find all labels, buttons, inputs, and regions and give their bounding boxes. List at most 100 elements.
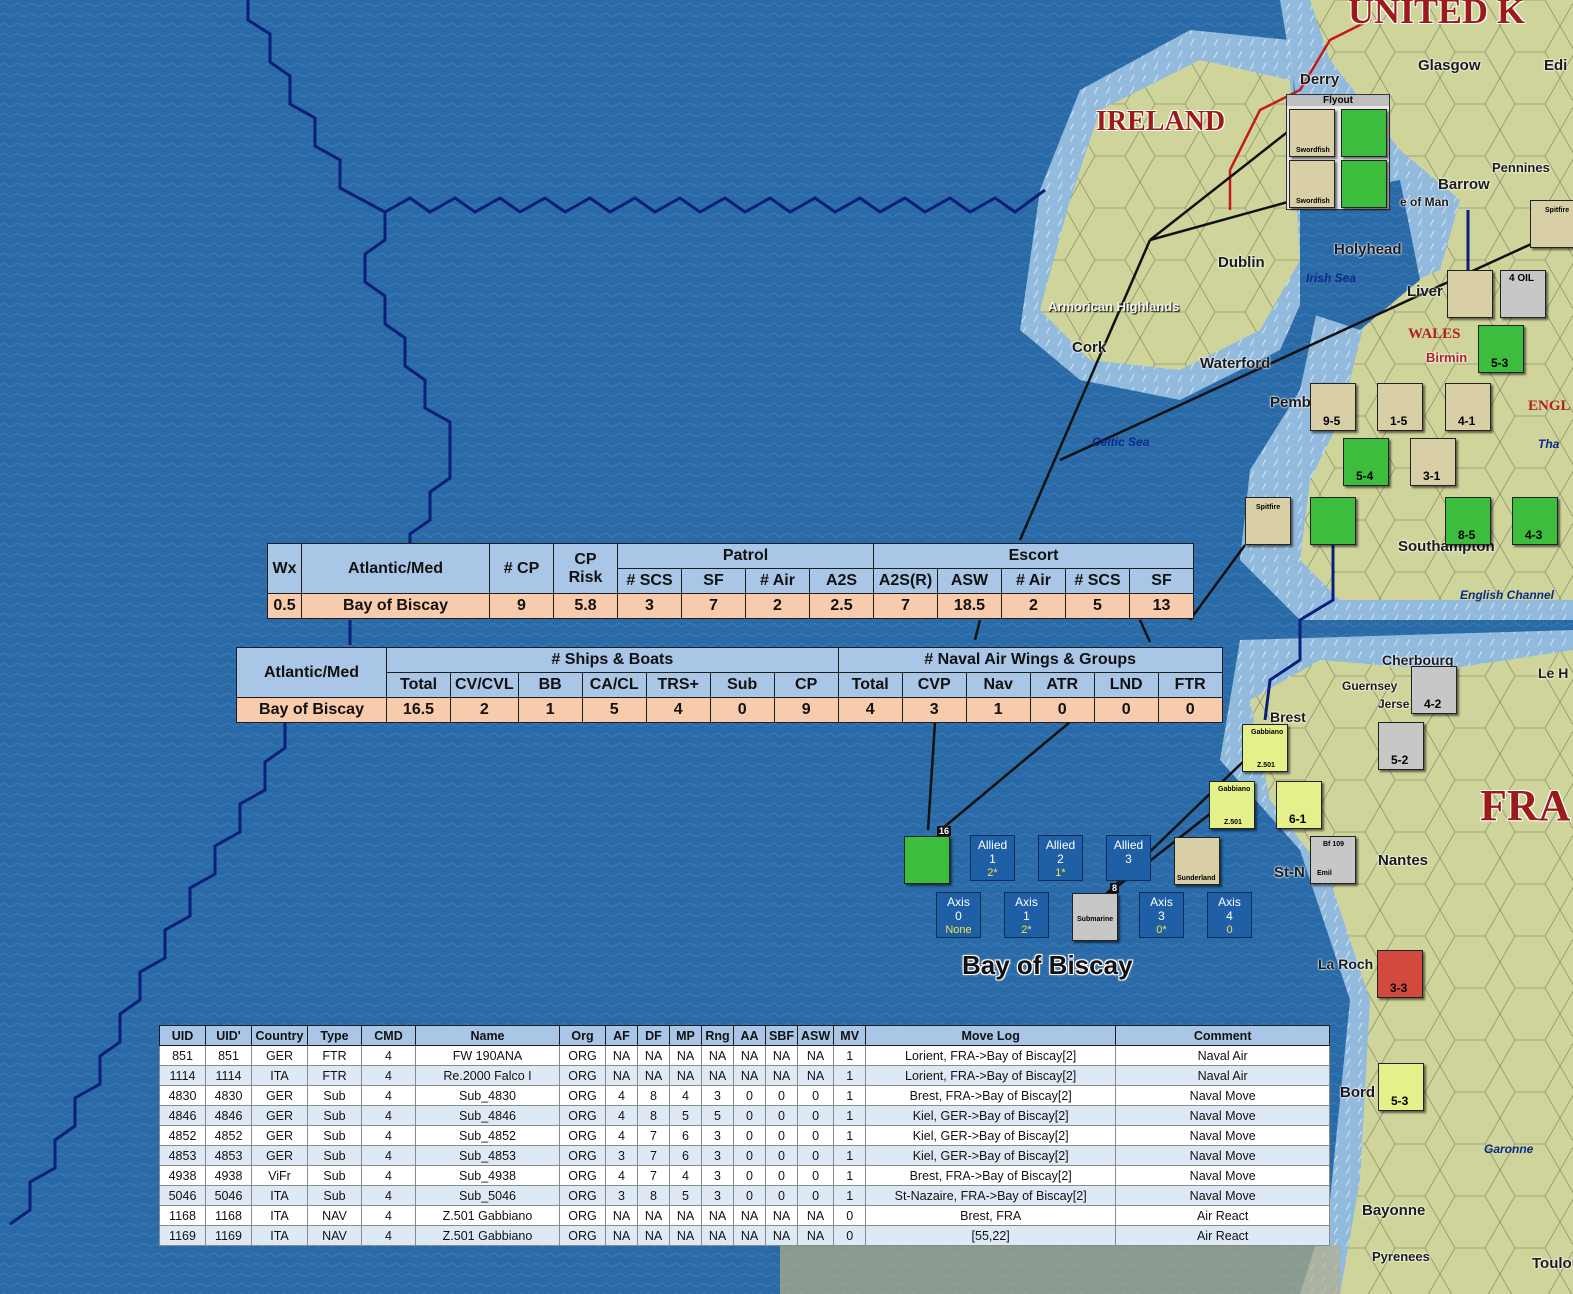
spitfire-counter[interactable]: Spitfire [1245,497,1291,545]
spitfire-counter-top[interactable]: Spitfire [1530,200,1573,248]
table-row[interactable]: 1169 1169 ITA NAV 4 Z.501 Gabbiano ORG NA NA NA NA… [159,1225,1331,1246]
log-header-cell[interactable]: AF [605,1025,638,1046]
table-cell: NA [796,1045,835,1066]
table-cell: 8 [637,1085,670,1106]
bf109-counter[interactable]: Bf 109 Emil [1310,836,1356,884]
unit-counter-4-1[interactable]: 4-1 [1445,383,1491,431]
ships-air-table: Atlantic/Med # Ships & Boats # Naval Air… [236,647,1223,723]
city-liverpool: Liver [1407,283,1443,300]
unit-value: 5-3 [1391,1094,1409,1108]
log-header-cell[interactable]: Rng [701,1025,734,1046]
log-header-cell[interactable]: Comment [1115,1025,1331,1046]
box-title: Allied [977,838,1008,852]
table-cell: ORG [559,1065,606,1086]
axis-search-box-0[interactable]: Axis 0 None [936,892,981,938]
unit-counter-5-2[interactable]: 5-2 [1378,722,1424,770]
flyout-panel[interactable]: Flyout Swordfish Swordfish [1286,94,1390,210]
table-cell: 4 [605,1125,638,1146]
table-cell: NA [765,1225,798,1246]
gabbiano-counter-2[interactable]: Gabbiano Z.501 [1209,781,1255,829]
table-cell: 4 [361,1125,416,1146]
table-cell: NAV [307,1225,362,1246]
hdr-patrol-scs: # SCS [617,568,682,594]
stack-count-16: 16 [936,826,951,836]
unit-counter-9-5[interactable]: 9-5 [1310,383,1356,431]
allied-air-stack-counter[interactable]: 16 [904,826,951,884]
unit-counter-5-4[interactable]: 5-4 [1343,438,1389,486]
table-cell: 4853 [205,1145,252,1166]
table-cell: 4852 [159,1125,206,1146]
unit-counter-8-5[interactable]: 8-5 [1445,497,1491,545]
table-row[interactable]: 4830 4830 GER Sub 4 Sub_4830 ORG 4 8 4 3 0 0 0 1 Brest,… [159,1085,1331,1106]
hdr-cp-risk: CP Risk [553,543,618,594]
sunderland-label: Sunderland [1177,875,1216,882]
box-value: None [945,924,972,936]
box-value: 0 [1226,924,1233,936]
swordfish-counter[interactable]: Swordfish [1289,109,1335,157]
axis-search-box-1[interactable]: Axis 1 2* [1004,892,1049,938]
unit-counter-4-3[interactable]: 4-3 [1512,497,1558,545]
table-cell: NA [796,1225,835,1246]
log-header-cell[interactable]: MP [669,1025,702,1046]
air-counter-green-2[interactable] [1341,160,1387,208]
air-unit-counter-wales[interactable] [1447,270,1493,318]
unit-value: 3-3 [1390,981,1408,995]
unit-counter-1-5[interactable]: 1-5 [1377,383,1423,431]
table-row[interactable]: 1168 1168 ITA NAV 4 Z.501 Gabbiano ORG NA NA NA NA… [159,1205,1331,1226]
oil-counter[interactable]: 4 OIL [1500,270,1546,318]
table-row[interactable]: 1114 1114 ITA FTR 4 Re.2000 Falco I ORG NA NA NA N… [159,1065,1331,1086]
table-row[interactable]: 851 851 GER FTR 4 FW 190ANA ORG NA NA NA NA NA NA NA 1… [159,1045,1331,1066]
table-row[interactable]: 4938 4938 ViFr Sub 4 Sub_4938 ORG 4 7 4 3 0 0 0 1 Brest… [159,1165,1331,1186]
unit-counter-3-1[interactable]: 3-1 [1410,438,1456,486]
allied-search-box-3[interactable]: Allied 3 [1106,835,1151,881]
box-title: Axis [1218,895,1241,909]
log-header-cell[interactable]: Type [307,1025,362,1046]
submarine-counter[interactable]: 8 Submarine [1072,883,1119,941]
log-header-cell[interactable]: Country [251,1025,308,1046]
log-header-cell[interactable]: Move Log [865,1025,1117,1046]
air-counter-green-1[interactable] [1341,109,1387,157]
allied-search-box-1[interactable]: Allied 1 2* [970,835,1015,881]
unit-counter-6-1[interactable]: 6-1 [1276,781,1322,829]
air-counter-green-3[interactable] [1310,497,1356,545]
table-row[interactable]: 4853 4853 GER Sub 4 Sub_4853 ORG 3 7 6 3 0 0 0 1 Kiel, … [159,1145,1331,1166]
table-cell: 4938 [159,1165,206,1186]
log-header-cell[interactable]: SBF [765,1025,798,1046]
allied-search-box-2[interactable]: Allied 2 1* [1038,835,1083,881]
log-header-cell[interactable]: CMD [361,1025,416,1046]
table-cell: ORG [559,1045,606,1066]
hdr-bb: BB [517,672,583,698]
sea-thames: Tha [1538,437,1560,451]
unit-counter-4-2[interactable]: 4-2 [1411,666,1457,714]
log-header-cell[interactable]: MV [833,1025,867,1046]
log-header-cell[interactable]: UID [159,1025,206,1046]
table-cell: [55,22] [865,1225,1117,1246]
unit-value: 6-1 [1289,812,1307,826]
table-cell: Sub [307,1165,362,1186]
table-row[interactable]: 5046 5046 ITA Sub 4 Sub_5046 ORG 3 8 5 3 0 0 0 1 St-Naz… [159,1185,1331,1206]
log-header-cell[interactable]: UID' [205,1025,252,1046]
unit-counter-5-3-fr[interactable]: 5-3 [1378,1063,1424,1111]
log-header-cell[interactable]: AA [733,1025,766,1046]
swordfish-counter-2[interactable]: Swordfish [1289,160,1335,208]
table-cell: Sub_4830 [415,1085,560,1106]
table-cell: Sub_4852 [415,1125,560,1146]
axis-search-box-4[interactable]: Axis 4 0 [1207,892,1252,938]
table-cell: ORG [559,1125,606,1146]
table-cell: NA [765,1205,798,1226]
table-cell: 0 [765,1145,798,1166]
gabbiano-counter-1[interactable]: Gabbiano Z.501 [1242,724,1288,772]
log-header-cell[interactable]: Org [559,1025,606,1046]
hdr-ftr: FTR [1157,672,1223,698]
unit-counter-5-3-uk[interactable]: 5-3 [1478,325,1524,373]
log-header-cell[interactable]: ASW [796,1025,835,1046]
table-row[interactable]: 4846 4846 GER Sub 4 Sub_4846 ORG 4 8 5 5 0 0 0 1 Kiel, … [159,1105,1331,1126]
unit-counter-3-3[interactable]: 3-3 [1377,950,1423,998]
log-header-cell[interactable]: Name [415,1025,560,1046]
river-garonne: Garonne [1484,1142,1534,1156]
sunderland-counter[interactable]: Sunderland [1174,837,1220,885]
table-row[interactable]: 4852 4852 GER Sub 4 Sub_4852 ORG 4 7 6 3 0 0 0 1 Kiel, … [159,1125,1331,1146]
log-header-cell[interactable]: DF [637,1025,670,1046]
table-cell: Naval Move [1115,1105,1331,1126]
axis-search-box-3[interactable]: Axis 3 0* [1139,892,1184,938]
